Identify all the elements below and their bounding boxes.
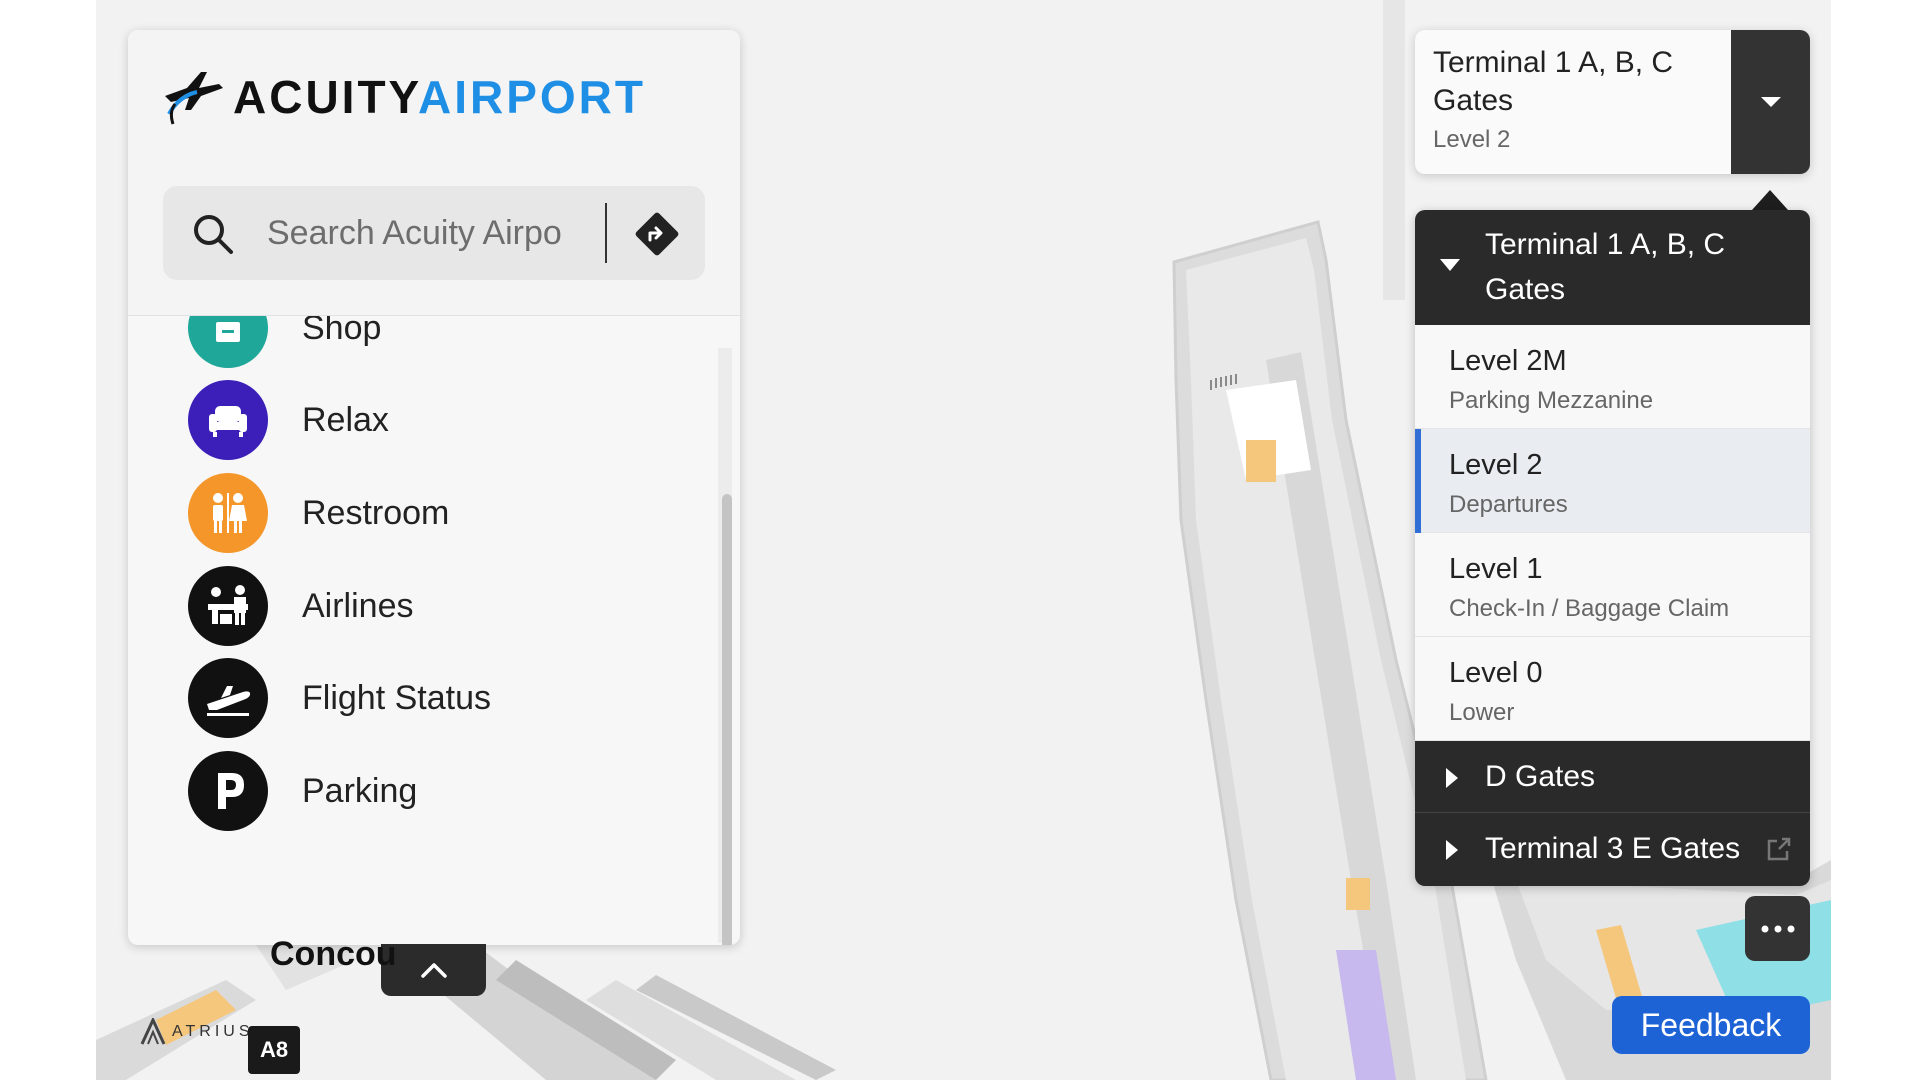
- chevron-up-icon: [420, 963, 447, 978]
- building-name: Terminal 3 E Gates: [1485, 832, 1741, 865]
- dropdown-pointer: [1752, 190, 1788, 210]
- external-link-icon[interactable]: [1765, 835, 1793, 863]
- building-name: Terminal 1 A, B, C Gates: [1485, 228, 1726, 306]
- category-parking[interactable]: Parking: [188, 751, 417, 831]
- armchair-icon: [188, 380, 268, 460]
- gate-badge[interactable]: A8: [248, 1026, 300, 1074]
- category-label: Relax: [302, 400, 389, 439]
- collapse-panel-button[interactable]: [381, 944, 486, 996]
- directions-icon[interactable]: [631, 208, 683, 260]
- category-label: Shop: [302, 316, 382, 347]
- level-desc: Departures: [1449, 491, 1568, 518]
- more-options-button[interactable]: [1745, 896, 1810, 961]
- category-scrollbar-thumb[interactable]: [722, 494, 732, 945]
- level-name: Level 2M: [1449, 345, 1567, 377]
- category-restroom[interactable]: Restroom: [188, 473, 449, 553]
- level-item-2m[interactable]: Level 2M Parking Mezzanine: [1415, 325, 1810, 429]
- level-name: Level 1: [1449, 553, 1543, 585]
- caret-down-icon: [1760, 97, 1781, 107]
- brand-part-2: AIRPORT: [418, 71, 646, 123]
- brand-part-1: ACUITY: [233, 71, 418, 123]
- category-shop[interactable]: Shop: [188, 316, 381, 368]
- level-desc: Check-In / Baggage Claim: [1449, 595, 1730, 622]
- search-bar: [163, 186, 705, 280]
- airplane-logo-icon: [165, 72, 223, 125]
- search-input[interactable]: [267, 208, 587, 258]
- atrius-logo-icon: [140, 1018, 166, 1045]
- brand-wordmark: ACUITYAIRPORT: [233, 70, 646, 124]
- category-label: Airlines: [302, 586, 414, 625]
- atrius-text: ATRIUS: [172, 1023, 254, 1040]
- building-selector-level: Level 2: [1433, 126, 1511, 153]
- level-item-1[interactable]: Level 1 Check-In / Baggage Claim: [1415, 533, 1810, 637]
- building-header-terminal-1[interactable]: Terminal 1 A, B, C Gates: [1415, 210, 1810, 325]
- level-desc: Parking Mezzanine: [1449, 387, 1654, 414]
- search-icon[interactable]: [191, 212, 235, 256]
- level-name: Level 0: [1449, 657, 1543, 689]
- building-header-d-gates[interactable]: D Gates: [1415, 741, 1810, 813]
- plane-takeoff-icon: [188, 658, 268, 738]
- building-selector-title: Terminal 1 A, B, C Gates: [1433, 46, 1674, 117]
- airline-counter-icon: [188, 566, 268, 646]
- caret-right-icon: [1446, 840, 1458, 860]
- atrius-attribution: ATRIUS: [140, 1018, 253, 1046]
- parking-icon: [188, 751, 268, 831]
- acuity-airport-logo[interactable]: ACUITYAIRPORT: [161, 66, 646, 128]
- building-selector-toggle[interactable]: [1731, 30, 1810, 174]
- level-menu: Terminal 1 A, B, C Gates Level 2M Parkin…: [1415, 210, 1810, 886]
- feedback-button[interactable]: Feedback: [1612, 996, 1810, 1054]
- category-label: Restroom: [302, 493, 450, 532]
- building-header-terminal-3[interactable]: Terminal 3 E Gates: [1415, 813, 1810, 886]
- category-label: Parking: [302, 771, 418, 810]
- caret-down-icon: [1440, 259, 1460, 271]
- shop-icon: [188, 316, 268, 368]
- more-icon: [1761, 925, 1794, 932]
- category-label: Flight Status: [302, 678, 491, 717]
- category-relax[interactable]: Relax: [188, 380, 389, 460]
- category-airlines[interactable]: Airlines: [188, 566, 413, 646]
- search-panel: ACUITYAIRPORT Shop Relax: [128, 30, 740, 945]
- level-item-2[interactable]: Level 2 Departures: [1415, 429, 1810, 533]
- panel-header: ACUITYAIRPORT: [128, 30, 740, 316]
- search-divider: [605, 203, 607, 263]
- level-item-0[interactable]: Level 0 Lower: [1415, 637, 1810, 741]
- building-selector[interactable]: Terminal 1 A, B, C Gates Level 2: [1415, 30, 1810, 174]
- caret-right-icon: [1446, 768, 1458, 788]
- level-name: Level 2: [1449, 449, 1543, 481]
- restroom-icon: [188, 473, 268, 553]
- level-desc: Lower: [1449, 699, 1515, 726]
- category-list: Shop Relax Restroom Airlines Flight Stat…: [128, 316, 718, 945]
- map-label-concourse: Concou: [270, 935, 397, 973]
- building-name: D Gates: [1485, 760, 1596, 793]
- category-flight-status[interactable]: Flight Status: [188, 658, 491, 738]
